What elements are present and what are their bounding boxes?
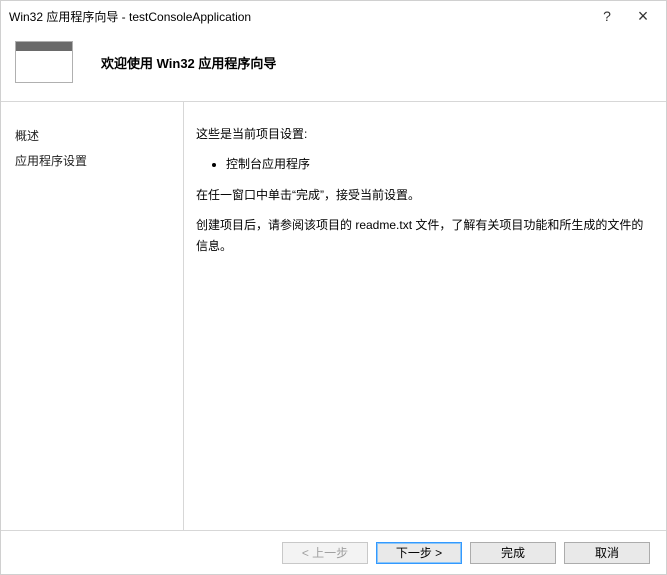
close-icon: × xyxy=(638,6,649,27)
banner-heading: 欢迎使用 Win32 应用程序向导 xyxy=(101,53,276,72)
cancel-button[interactable]: 取消 xyxy=(564,542,650,564)
button-label: < 上一步 xyxy=(302,544,348,561)
console-window-icon xyxy=(15,41,73,83)
main-panel: 这些是当前项目设置: 控制台应用程序 在任一窗口中单击“完成”，接受当前设置。 … xyxy=(183,102,666,530)
finish-button[interactable]: 完成 xyxy=(470,542,556,564)
content-area: 概述 应用程序设置 这些是当前项目设置: 控制台应用程序 在任一窗口中单击“完成… xyxy=(1,102,666,530)
sidebar-item-label: 概述 xyxy=(15,129,39,143)
button-label: 取消 xyxy=(595,544,619,561)
wizard-window: Win32 应用程序向导 - testConsoleApplication ? … xyxy=(0,0,667,575)
instruction-text: 在任一窗口中单击“完成”，接受当前设置。 xyxy=(196,185,646,205)
button-label: 下一步 > xyxy=(396,544,442,561)
sidebar-item-app-settings[interactable]: 应用程序设置 xyxy=(15,149,168,174)
titlebar: Win32 应用程序向导 - testConsoleApplication ? … xyxy=(1,1,666,31)
next-button[interactable]: 下一步 > xyxy=(376,542,462,564)
console-titlebar-icon xyxy=(16,42,72,51)
button-label: 完成 xyxy=(501,544,525,561)
readme-text: 创建项目后，请参阅该项目的 readme.txt 文件，了解有关项目功能和所生成… xyxy=(196,215,646,256)
list-item: 控制台应用程序 xyxy=(226,154,646,174)
sidebar: 概述 应用程序设置 xyxy=(1,102,183,530)
titlebar-controls: ? × xyxy=(598,7,658,25)
help-button[interactable]: ? xyxy=(598,7,616,25)
settings-bullet-list: 控制台应用程序 xyxy=(196,154,646,174)
sidebar-item-label: 应用程序设置 xyxy=(15,154,87,168)
window-title: Win32 应用程序向导 - testConsoleApplication xyxy=(9,8,598,25)
help-icon: ? xyxy=(603,8,611,24)
sidebar-item-overview[interactable]: 概述 xyxy=(15,124,168,149)
close-button[interactable]: × xyxy=(634,7,652,25)
button-row: < 上一步 下一步 > 完成 取消 xyxy=(1,530,666,574)
header-banner: 欢迎使用 Win32 应用程序向导 xyxy=(1,31,666,102)
intro-text: 这些是当前项目设置: xyxy=(196,124,646,144)
previous-button: < 上一步 xyxy=(282,542,368,564)
